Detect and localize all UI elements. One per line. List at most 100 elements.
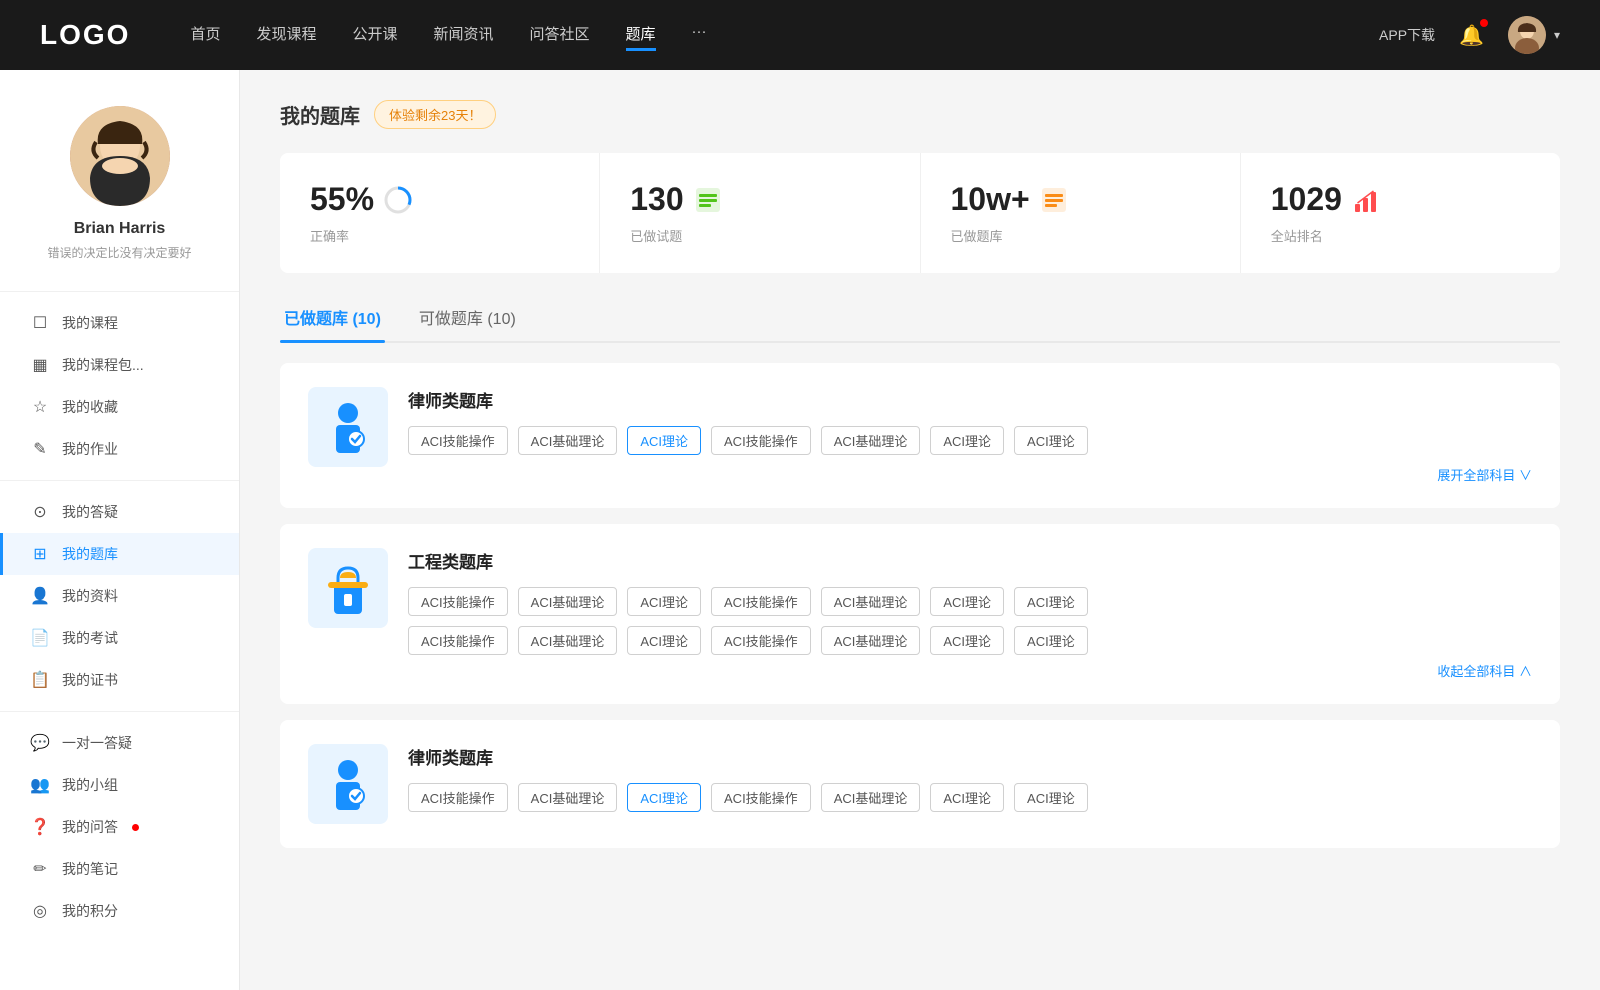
table-orange-icon: [1040, 186, 1068, 214]
qbank-header-engineer: 工程类题库 ACI技能操作 ACI基础理论 ACI理论 ACI技能操作 ACI基…: [308, 548, 1532, 680]
sidebar-item-qa[interactable]: ⊙ 我的答疑: [0, 491, 239, 533]
tags-row-lawyer2: ACI技能操作 ACI基础理论 ACI理论 ACI技能操作 ACI基础理论 AC…: [408, 783, 1532, 812]
nav-more[interactable]: ···: [692, 19, 707, 51]
tags-row-engineer-2: ACI技能操作 ACI基础理论 ACI理论 ACI技能操作 ACI基础理论 AC…: [408, 626, 1532, 655]
sidebar-item-homework[interactable]: ✎ 我的作业: [0, 428, 239, 470]
tag-law2-2[interactable]: ACI理论: [627, 783, 701, 812]
expand-all-lawyer1[interactable]: 展开全部科目 ∨: [408, 465, 1532, 484]
tag-eng-2[interactable]: ACI理论: [627, 587, 701, 616]
tag-law2-0[interactable]: ACI技能操作: [408, 783, 508, 812]
qbank-details-lawyer2: 律师类题库 ACI技能操作 ACI基础理论 ACI理论 ACI技能操作 ACI基…: [408, 744, 1532, 812]
stat-top-rank: 1029: [1271, 181, 1530, 218]
avatar: [1508, 16, 1546, 54]
navbar: LOGO 首页 发现课程 公开课 新闻资讯 问答社区 题库 ··· APP下载 …: [0, 0, 1600, 70]
qbank-icon-engineer: [308, 548, 388, 628]
tab-done[interactable]: 已做题库 (10): [280, 297, 385, 341]
qbank-details-lawyer1: 律师类题库 ACI技能操作 ACI基础理论 ACI理论 ACI技能操作 ACI基…: [408, 387, 1532, 484]
stat-label-rank: 全站排名: [1271, 226, 1530, 245]
tag-lawyer1-4[interactable]: ACI基础理论: [821, 426, 921, 455]
nav-home[interactable]: 首页: [190, 19, 220, 51]
sidebar-divider-top: [0, 291, 239, 292]
qbank-icon: ⊞: [30, 544, 50, 564]
qa-badge: [132, 824, 139, 831]
stat-done-questions: 130 已做试题: [600, 153, 920, 273]
tag-lawyer1-3[interactable]: ACI技能操作: [711, 426, 811, 455]
sidebar-item-group[interactable]: 👥 我的小组: [0, 764, 239, 806]
qbank-name-lawyer2: 律师类题库: [408, 744, 1532, 769]
stat-rank: 1029 全站排名: [1241, 153, 1560, 273]
trial-badge: 体验剩余23天！: [374, 100, 496, 129]
homework-icon: ✎: [30, 439, 50, 459]
tag-lawyer1-6[interactable]: ACI理论: [1014, 426, 1088, 455]
app-download-link[interactable]: APP下载: [1379, 25, 1435, 45]
tag-eng-12[interactable]: ACI理论: [627, 626, 701, 655]
chat-icon: 💬: [30, 733, 50, 753]
sidebar-item-qbank[interactable]: ⊞ 我的题库: [0, 533, 239, 575]
user-avatar-menu[interactable]: ▾: [1508, 16, 1560, 54]
sidebar-item-exam[interactable]: 📄 我的考试: [0, 617, 239, 659]
points-icon: ◎: [30, 901, 50, 921]
group-icon: 👥: [30, 775, 50, 795]
star-icon: ☆: [30, 397, 50, 417]
collapse-all-engineer[interactable]: 收起全部科目 ∧: [408, 661, 1532, 680]
tag-eng-3[interactable]: ACI技能操作: [711, 587, 811, 616]
tag-lawyer1-5[interactable]: ACI理论: [930, 426, 1004, 455]
sidebar-item-certificate[interactable]: 📋 我的证书: [0, 659, 239, 701]
sidebar-item-profile[interactable]: 👤 我的资料: [0, 575, 239, 617]
tag-lawyer1-1[interactable]: ACI基础理论: [518, 426, 618, 455]
notes-icon: ✏: [30, 859, 50, 879]
navbar-right: APP下载 🔔 ▾: [1379, 16, 1560, 54]
tag-eng-0[interactable]: ACI技能操作: [408, 587, 508, 616]
page-title: 我的题库: [280, 100, 360, 129]
nav-qa[interactable]: 问答社区: [530, 19, 590, 51]
tag-lawyer1-2[interactable]: ACI理论: [627, 426, 701, 455]
qbank-icon-lawyer2: [308, 744, 388, 824]
sidebar-item-course-package[interactable]: ▦ 我的课程包...: [0, 344, 239, 386]
profile-section: Brian Harris 错误的决定比没有决定要好: [0, 70, 239, 281]
sidebar-item-points[interactable]: ◎ 我的积分: [0, 890, 239, 932]
nav-discover[interactable]: 发现课程: [256, 19, 316, 51]
sidebar-item-my-qa[interactable]: ❓ 我的问答: [0, 806, 239, 848]
tag-lawyer1-0[interactable]: ACI技能操作: [408, 426, 508, 455]
nav-open-course[interactable]: 公开课: [352, 19, 397, 51]
pie-chart-icon: [384, 186, 412, 214]
sidebar-item-1on1[interactable]: 💬 一对一答疑: [0, 722, 239, 764]
tag-eng-5[interactable]: ACI理论: [930, 587, 1004, 616]
table-green-icon: [694, 186, 722, 214]
profile-icon: 👤: [30, 586, 50, 606]
qbank-name-engineer: 工程类题库: [408, 548, 1532, 573]
nav-news[interactable]: 新闻资讯: [434, 19, 494, 51]
lawyer-icon: [318, 397, 378, 457]
profile-avatar: [70, 106, 170, 206]
notification-bell[interactable]: 🔔: [1459, 23, 1484, 48]
tag-eng-4[interactable]: ACI基础理论: [821, 587, 921, 616]
avatar-image: [1508, 16, 1546, 54]
stat-value-done: 130: [630, 181, 683, 218]
tag-eng-6[interactable]: ACI理论: [1014, 587, 1088, 616]
tag-eng-16[interactable]: ACI理论: [1014, 626, 1088, 655]
tag-eng-11[interactable]: ACI基础理论: [518, 626, 618, 655]
tag-eng-1[interactable]: ACI基础理论: [518, 587, 618, 616]
sidebar: Brian Harris 错误的决定比没有决定要好 ☐ 我的课程 ▦ 我的课程包…: [0, 70, 240, 990]
course-icon: ☐: [30, 313, 50, 333]
stat-value-accuracy: 55%: [310, 181, 374, 218]
stat-value-banks: 10w+: [951, 181, 1030, 218]
tag-law2-3[interactable]: ACI技能操作: [711, 783, 811, 812]
nav-qbank[interactable]: 题库: [626, 19, 656, 51]
chart-red-icon: [1352, 186, 1380, 214]
tag-law2-4[interactable]: ACI基础理论: [821, 783, 921, 812]
tag-eng-15[interactable]: ACI理论: [930, 626, 1004, 655]
package-icon: ▦: [30, 355, 50, 375]
tag-law2-1[interactable]: ACI基础理论: [518, 783, 618, 812]
sidebar-item-favorites[interactable]: ☆ 我的收藏: [0, 386, 239, 428]
sidebar-item-my-courses[interactable]: ☐ 我的课程: [0, 302, 239, 344]
tag-eng-14[interactable]: ACI基础理论: [821, 626, 921, 655]
tag-eng-13[interactable]: ACI技能操作: [711, 626, 811, 655]
qbank-header-lawyer1: 律师类题库 ACI技能操作 ACI基础理论 ACI理论 ACI技能操作 ACI基…: [308, 387, 1532, 484]
tab-available[interactable]: 可做题库 (10): [415, 297, 520, 341]
tag-law2-6[interactable]: ACI理论: [1014, 783, 1088, 812]
sidebar-item-notes[interactable]: ✏ 我的笔记: [0, 848, 239, 890]
tag-eng-10[interactable]: ACI技能操作: [408, 626, 508, 655]
qbank-icon-lawyer1: [308, 387, 388, 467]
tag-law2-5[interactable]: ACI理论: [930, 783, 1004, 812]
